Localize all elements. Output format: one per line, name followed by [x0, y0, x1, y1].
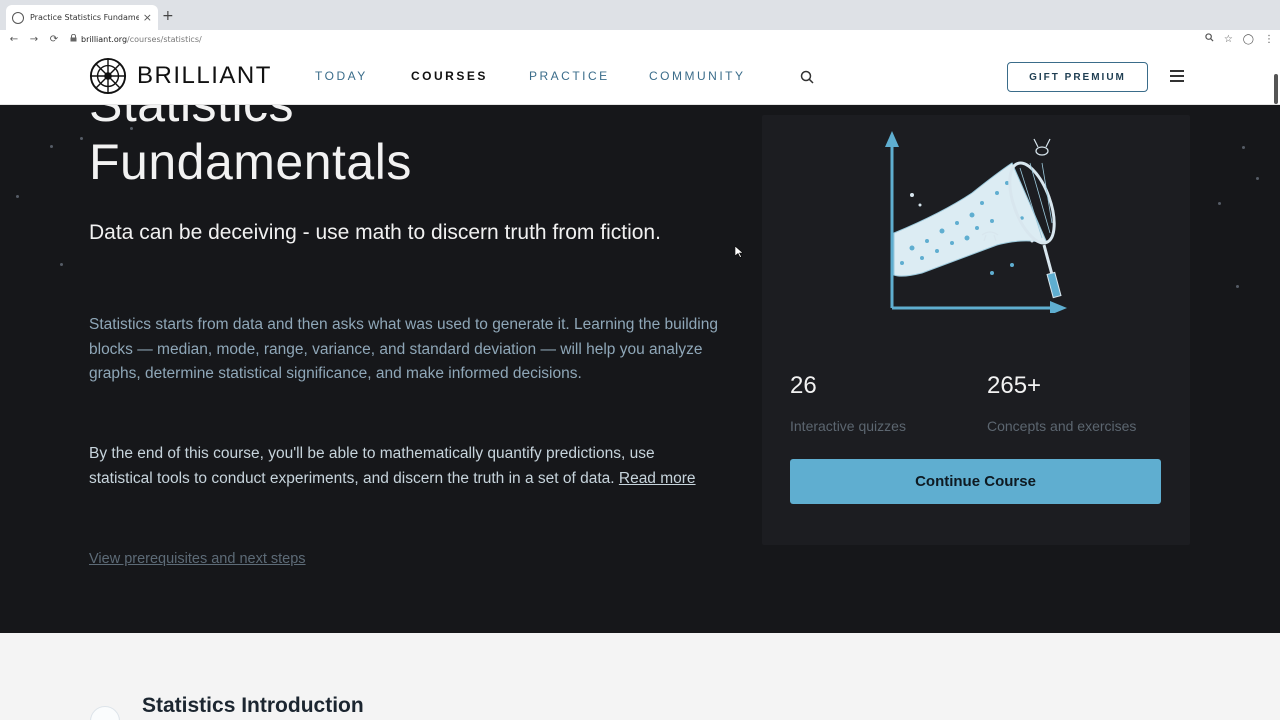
course-outcome-text: By the end of this course, you'll be abl… — [89, 445, 655, 487]
section-icon — [90, 706, 120, 720]
nav-practice[interactable]: PRACTICE — [529, 69, 610, 83]
new-tab-button[interactable]: + — [162, 8, 174, 24]
address-bar: ← → ⟳ brilliant.org /courses/statistics/… — [0, 30, 1280, 48]
hamburger-menu-icon[interactable] — [1170, 70, 1184, 82]
forward-icon[interactable]: → — [24, 34, 44, 45]
course-title: Statistics Fundamentals — [89, 105, 412, 191]
url-path: /courses/statistics/ — [127, 34, 202, 44]
course-progress-card: 26 Interactive quizzes 265+ Concepts and… — [762, 115, 1190, 545]
nav-today[interactable]: TODAY — [315, 69, 368, 83]
site-header: BRILLIANT TODAY COURSES PRACTICE COMMUNI… — [0, 48, 1280, 105]
tab-close-icon[interactable]: × — [143, 11, 152, 24]
course-outcome: By the end of this course, you'll be abl… — [89, 442, 719, 491]
course-description: Statistics starts from data and then ask… — [89, 316, 718, 382]
prerequisites-link[interactable]: View prerequisites and next steps — [89, 551, 306, 567]
continue-course-button[interactable]: Continue Course — [790, 459, 1161, 504]
course-title-line2: Fundamentals — [89, 134, 412, 190]
favicon-icon — [12, 11, 24, 24]
back-icon[interactable]: ← — [4, 34, 24, 45]
brilliant-logo[interactable]: BRILLIANT — [89, 57, 272, 95]
quizzes-label: Interactive quizzes — [790, 418, 906, 434]
nav-courses[interactable]: COURSES — [411, 69, 488, 83]
zoom-icon[interactable] — [1205, 33, 1214, 45]
browser-tab[interactable]: Practice Statistics Fundamenta × — [6, 5, 158, 30]
statistics-net-illustration — [885, 131, 1067, 313]
tab-title: Practice Statistics Fundamenta — [30, 13, 139, 22]
lock-icon — [70, 33, 77, 44]
extension-icon[interactable]: ◯ — [1243, 34, 1254, 45]
logo-mark-icon — [89, 57, 127, 95]
browser-tab-bar: Practice Statistics Fundamenta × + — [0, 0, 1280, 30]
browser-menu-icon[interactable]: ⋮ — [1264, 34, 1274, 45]
gift-premium-button[interactable]: GIFT PREMIUM — [1007, 62, 1148, 92]
course-title-line1: Statistics — [89, 105, 294, 132]
mouse-cursor-icon — [735, 246, 743, 258]
course-tagline: Data can be deceiving - use math to disc… — [89, 221, 661, 244]
bookmark-star-icon[interactable]: ☆ — [1224, 34, 1233, 45]
course-hero: Statistics Fundamentals Data can be dece… — [0, 105, 1280, 633]
read-more-link[interactable]: Read more — [619, 470, 696, 487]
section-title: Statistics Introduction — [142, 694, 364, 717]
concepts-label: Concepts and exercises — [987, 418, 1137, 434]
scrollbar-thumb[interactable] — [1274, 74, 1278, 104]
quizzes-count: 26 — [790, 372, 817, 399]
nav-community[interactable]: COMMUNITY — [649, 69, 746, 83]
url-field[interactable]: brilliant.org /courses/statistics/ — [70, 33, 202, 44]
url-host: brilliant.org — [81, 34, 128, 44]
reload-icon[interactable]: ⟳ — [44, 34, 64, 45]
logo-text: BRILLIANT — [137, 62, 272, 89]
concepts-count: 265+ — [987, 372, 1042, 399]
search-icon[interactable] — [800, 70, 814, 84]
